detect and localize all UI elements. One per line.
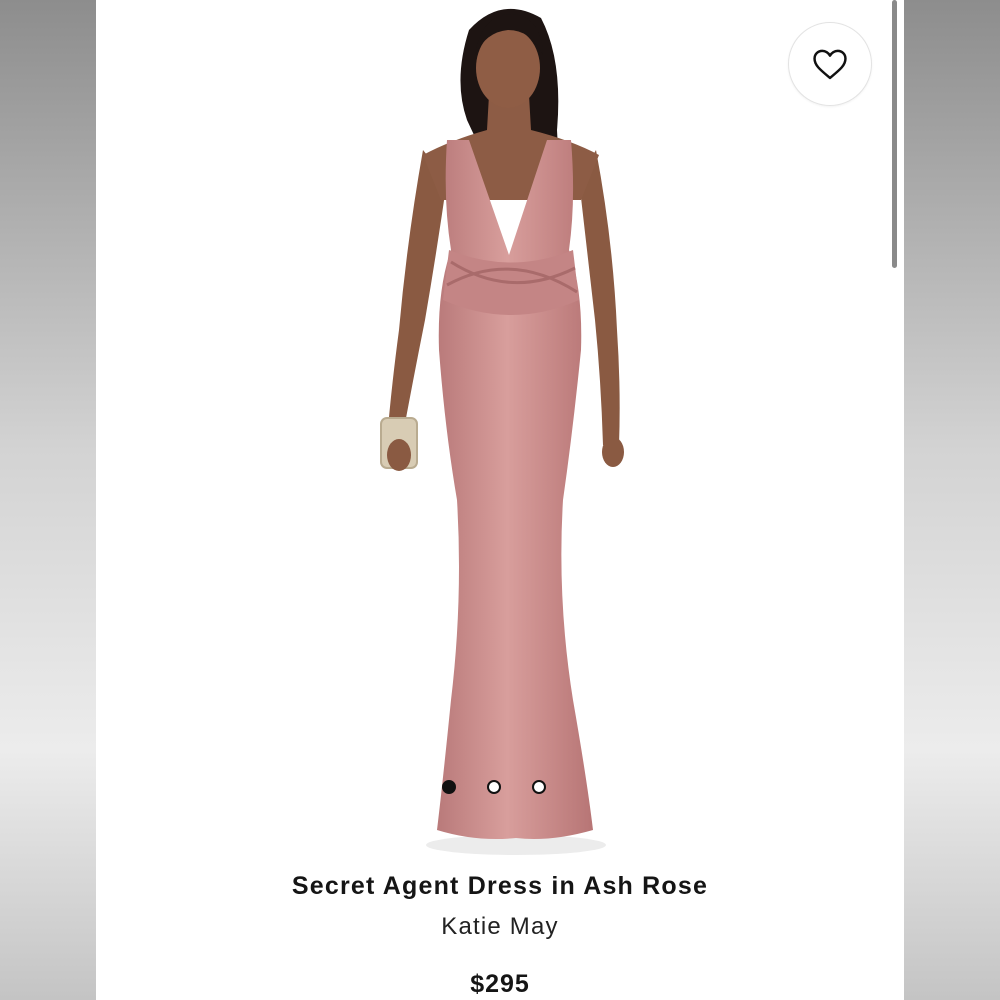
product-image[interactable] (351, 0, 661, 858)
carousel-dot[interactable] (487, 780, 501, 794)
carousel-pagination (442, 779, 562, 795)
carousel-dot[interactable] (532, 780, 546, 794)
product-title: Secret Agent Dress in Ash Rose (291, 872, 709, 900)
background-right (904, 0, 1000, 1000)
carousel-dot[interactable] (442, 780, 456, 794)
scrollbar[interactable] (892, 0, 897, 268)
product-price: $295 (470, 970, 530, 998)
heart-outline-icon (813, 49, 847, 80)
product-card: Secret Agent Dress in Ash Rose Katie May… (96, 0, 904, 1000)
favorite-button[interactable] (788, 22, 872, 106)
background-left (0, 0, 96, 1000)
brand-name[interactable]: Katie May (96, 913, 904, 941)
